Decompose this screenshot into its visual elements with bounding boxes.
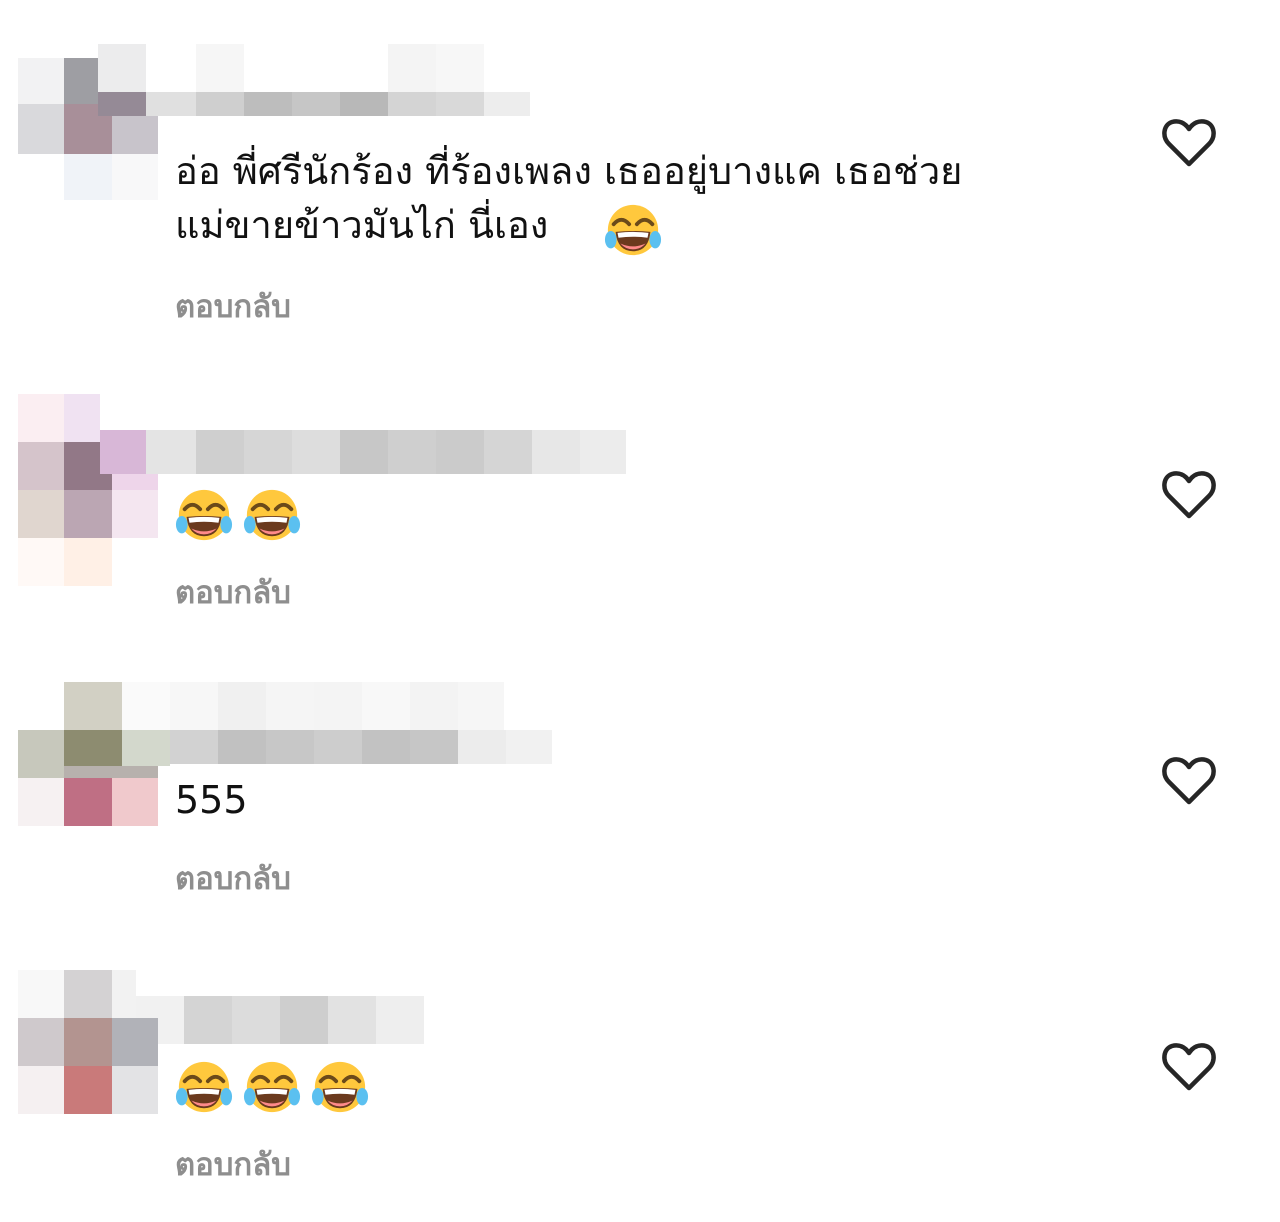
comment-text: 555	[175, 778, 248, 822]
blurred-avatar-and-username[interactable]	[0, 394, 660, 586]
like-heart-icon[interactable]	[1160, 114, 1218, 172]
face-with-tears-of-joy-icon	[175, 1058, 233, 1120]
face-with-tears-of-joy-icon	[243, 486, 301, 548]
reply-link[interactable]: ตอบกลับ	[175, 1145, 291, 1185]
face-with-tears-of-joy-icon	[175, 486, 233, 548]
like-heart-icon[interactable]	[1160, 752, 1218, 810]
reply-link[interactable]: ตอบกลับ	[175, 287, 291, 327]
face-with-tears-of-joy-icon	[604, 201, 662, 263]
emoji-row	[175, 486, 301, 548]
like-heart-icon[interactable]	[1160, 466, 1218, 524]
face-with-tears-of-joy-icon	[243, 1058, 301, 1120]
face-with-tears-of-joy-icon	[311, 1058, 369, 1120]
emoji-row	[175, 1058, 369, 1120]
blurred-avatar-and-username[interactable]	[0, 682, 660, 862]
reply-link[interactable]: ตอบกลับ	[175, 573, 291, 613]
like-heart-icon[interactable]	[1160, 1038, 1218, 1096]
reply-link[interactable]: ตอบกลับ	[175, 859, 291, 899]
